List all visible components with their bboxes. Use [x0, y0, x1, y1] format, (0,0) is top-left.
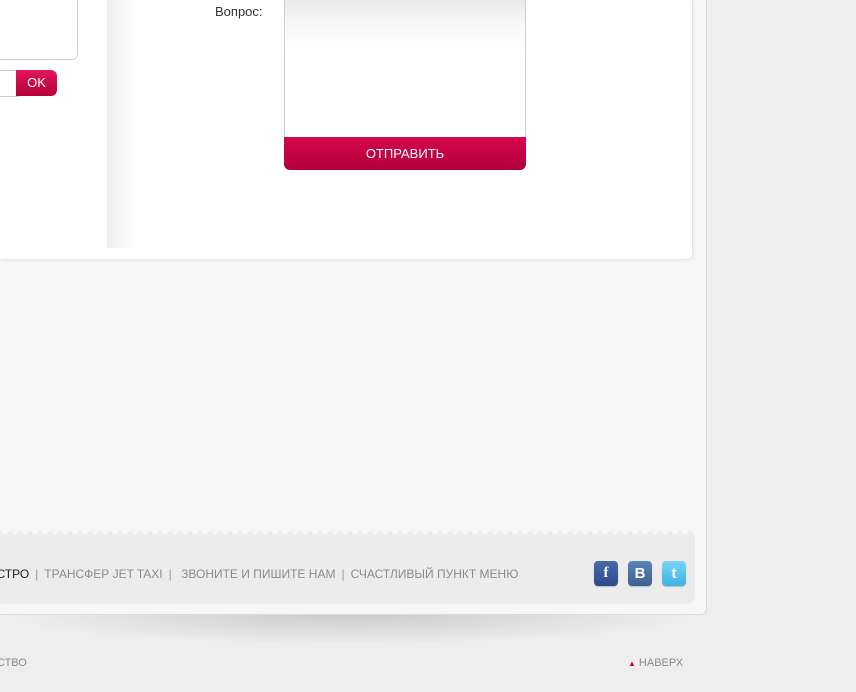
facebook-icon[interactable]: f — [594, 561, 618, 586]
footer-menu-item-contact[interactable]: ЗВОНИТЕ И ПИШИТЕ НАМ — [181, 567, 335, 581]
to-top-link[interactable]: ▲ НАВЕРХ — [628, 657, 683, 669]
column-divider — [107, 0, 138, 248]
arrow-up-icon: ▲ — [628, 659, 636, 668]
twitter-icon[interactable]: t — [662, 561, 686, 586]
question-label: Вопрос: — [215, 4, 263, 19]
menu-separator: | — [341, 567, 345, 581]
copyright-text: СТВО — [0, 657, 27, 669]
submit-button[interactable]: ОТПРАВИТЬ — [284, 137, 526, 170]
footer-menu-item-happy[interactable]: СЧАСТЛИВЫЙ ПУНКТ МЕНЮ — [351, 567, 519, 581]
ok-button[interactable]: OK — [16, 70, 57, 96]
menu-separator: | — [168, 567, 172, 581]
left-textarea[interactable] — [0, 0, 78, 60]
to-top-label: НАВЕРХ — [638, 657, 684, 669]
footer-menu-item-fast[interactable]: БЫСТРО — [0, 567, 29, 581]
footer-menu-item-transfer[interactable]: ТРАНСФЕР JET TAXI — [44, 567, 162, 581]
content-panel: OK Вопрос: ОТПРАВИТЬ — [0, 0, 693, 260]
menu-separator: | — [35, 567, 39, 581]
vkontakte-icon[interactable]: B — [628, 561, 652, 586]
question-textarea[interactable] — [284, 0, 526, 138]
footer-menu: БЫСТРО | ТРАНСФЕР JET TAXI | ЗВОНИТЕ И ПИШИ… — [0, 567, 518, 581]
page-shadow — [0, 615, 700, 645]
